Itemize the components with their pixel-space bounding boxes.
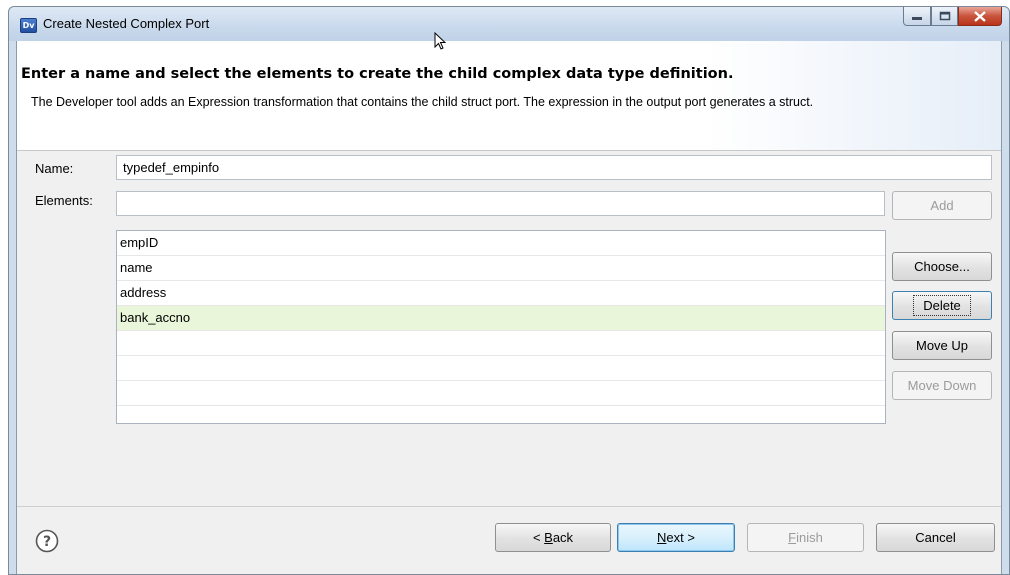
- close-icon: [974, 10, 986, 22]
- next-button[interactable]: Next >: [617, 523, 735, 552]
- list-item[interactable]: address: [117, 281, 885, 306]
- title-bar[interactable]: Dv Create Nested Complex Port: [9, 7, 1009, 41]
- name-label: Name:: [35, 161, 74, 176]
- next-button-label: Next >: [657, 530, 695, 545]
- list-item[interactable]: empID: [117, 231, 885, 256]
- add-button[interactable]: Add: [892, 191, 992, 220]
- cancel-button[interactable]: Cancel: [876, 523, 995, 552]
- dialog-content: Enter a name and select the elements to …: [16, 41, 1002, 574]
- header-title: Enter a name and select the elements to …: [21, 66, 734, 82]
- window-title: Create Nested Complex Port: [43, 16, 210, 31]
- elements-list[interactable]: empID name address bank_accno: [116, 230, 886, 424]
- name-field[interactable]: typedef_empinfo: [116, 155, 992, 180]
- finish-button[interactable]: Finish: [747, 523, 864, 552]
- back-button-label: < Back: [533, 530, 573, 545]
- mouse-cursor-icon: [434, 32, 447, 50]
- finish-button-label: Finish: [788, 530, 823, 545]
- move-down-button[interactable]: Move Down: [892, 371, 992, 400]
- delete-button-label: Delete: [913, 295, 971, 316]
- minimize-icon: [912, 17, 922, 20]
- delete-button[interactable]: Delete: [892, 291, 992, 320]
- elements-field[interactable]: [116, 191, 885, 216]
- window-controls: [903, 7, 1002, 27]
- back-mnemonic: B: [544, 530, 553, 545]
- move-up-button[interactable]: Move Up: [892, 331, 992, 360]
- finish-rest: inish: [796, 530, 823, 545]
- minimize-button[interactable]: [903, 7, 931, 26]
- list-item[interactable]: [117, 356, 885, 381]
- help-icon[interactable]: ?: [35, 529, 59, 553]
- next-rest: ext >: [666, 530, 695, 545]
- back-rest: ack: [552, 530, 574, 545]
- list-item[interactable]: [117, 381, 885, 406]
- maximize-icon: [939, 11, 950, 21]
- elements-label: Elements:: [35, 193, 93, 208]
- back-button[interactable]: < Back: [495, 523, 611, 552]
- close-button[interactable]: [958, 7, 1002, 26]
- app-icon: Dv: [20, 18, 37, 33]
- list-item[interactable]: name: [117, 256, 885, 281]
- svg-text:?: ?: [43, 534, 51, 550]
- maximize-button[interactable]: [931, 7, 958, 26]
- list-item-selected[interactable]: bank_accno: [117, 306, 885, 331]
- choose-button[interactable]: Choose...: [892, 252, 992, 281]
- footer-divider: [17, 506, 1001, 507]
- next-mnemonic: N: [657, 530, 667, 545]
- back-prefix: <: [532, 530, 545, 545]
- header-description: The Developer tool adds an Expression tr…: [31, 95, 814, 109]
- dialog-window: Dv Create Nested Complex Port Enter a na…: [8, 6, 1010, 575]
- list-item[interactable]: [117, 331, 885, 356]
- finish-mnemonic: F: [788, 530, 797, 545]
- wizard-header: Enter a name and select the elements to …: [17, 41, 1001, 151]
